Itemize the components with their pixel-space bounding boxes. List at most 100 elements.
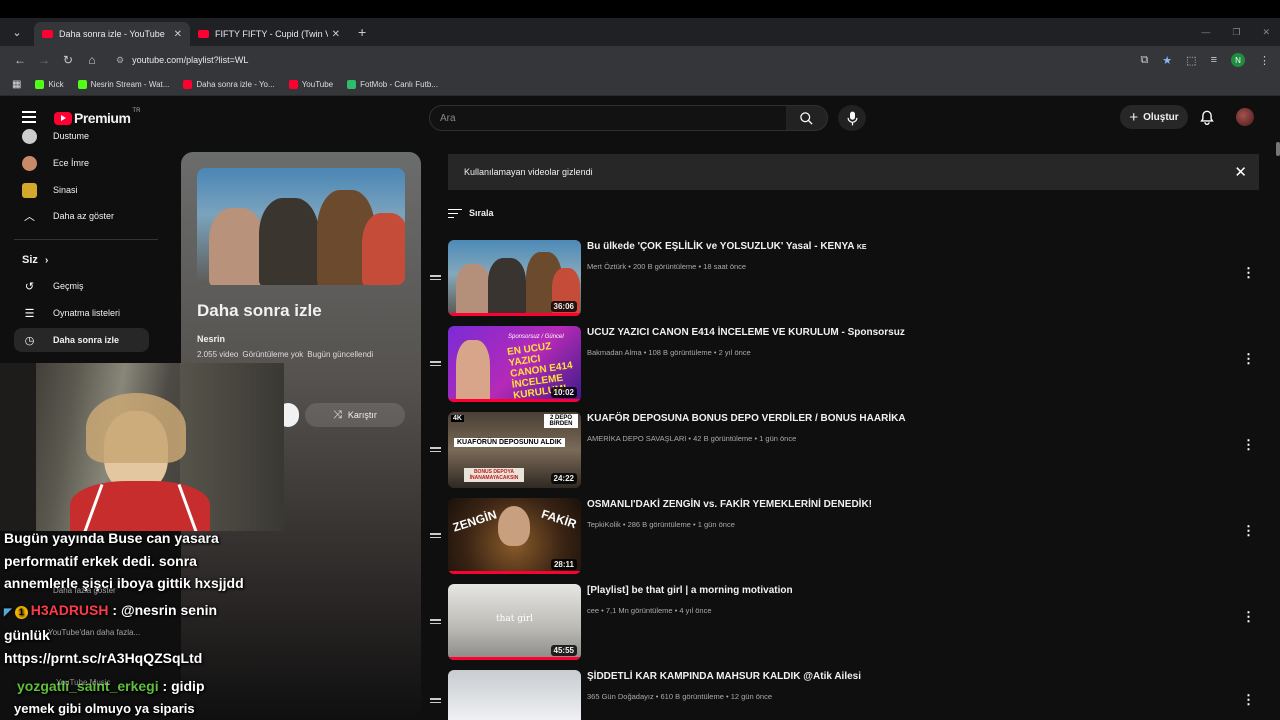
- bookmark-kick[interactable]: Kick: [35, 80, 64, 89]
- youtube-logo-icon: [54, 111, 72, 125]
- more-actions-icon[interactable]: ⋮: [1242, 352, 1255, 365]
- video-thumbnail[interactable]: ZENGİN FAKİR 28:11: [448, 498, 581, 574]
- extensions-icon[interactable]: ⬚: [1186, 54, 1196, 67]
- home-icon[interactable]: ⌂: [80, 53, 104, 67]
- apps-grid-icon[interactable]: ▦: [12, 79, 21, 90]
- sidebar-item-sinasi[interactable]: Sinasi: [14, 178, 149, 202]
- video-channel[interactable]: AMERİKA DEPO SAVAŞLARI: [587, 434, 686, 443]
- drag-handle-icon[interactable]: [430, 273, 441, 282]
- bookmark-youtube[interactable]: YouTube: [288, 80, 333, 89]
- bookmark-fotmob[interactable]: FotMob - Canlı Futb...: [347, 80, 438, 89]
- playlist-video-row[interactable]: Sponsorsuz / Güncel EN UCUZ YAZICI CANON…: [430, 326, 1280, 406]
- bookmark-star-icon[interactable]: ★: [1162, 54, 1172, 67]
- watch-later-icon: ◷: [24, 334, 35, 347]
- more-actions-icon[interactable]: ⋮: [1242, 693, 1255, 706]
- tab-fifty-fifty[interactable]: FIFTY FIFTY - Cupid (Twin Versi ✕: [190, 22, 348, 46]
- video-thumbnail[interactable]: that girl 45:55: [448, 584, 581, 660]
- video-title[interactable]: OSMANLI'DAKİ ZENGİN vs. FAKİR YEMEKLERİN…: [587, 499, 872, 510]
- new-tab-icon[interactable]: +: [358, 24, 366, 40]
- playlist-owner[interactable]: Nesrin: [197, 334, 225, 344]
- video-thumbnail[interactable]: [448, 670, 581, 720]
- sidebar-item-ece-imre[interactable]: Ece İmre: [14, 151, 149, 175]
- create-button[interactable]: + Oluştur: [1120, 105, 1188, 129]
- show-less-button[interactable]: ︿ Daha az göster: [14, 204, 149, 228]
- video-thumbnail[interactable]: 4K 2 DEPO BİRDEN KUAFÖRÜN DEPOSUNU ALDIK…: [448, 412, 581, 488]
- drag-handle-icon[interactable]: [430, 696, 441, 705]
- video-channel[interactable]: cee: [587, 606, 599, 615]
- playlist-video-row[interactable]: ZENGİN FAKİR 28:11 OSMANLI'DAKİ ZENGİN v…: [430, 498, 1280, 578]
- browser-menu-icon[interactable]: ⋮: [1259, 54, 1270, 67]
- more-actions-icon[interactable]: ⋮: [1242, 524, 1255, 537]
- drag-handle-icon[interactable]: [430, 531, 441, 540]
- drag-handle-icon[interactable]: [430, 617, 441, 626]
- youtube-music-label[interactable]: YouTube Music: [56, 678, 111, 687]
- video-channel[interactable]: 365 Gün Doğadayız: [587, 692, 654, 701]
- playlist-video-row[interactable]: ŞİDDETLİ KAR KAMPINDA MAHSUR KALDIK @Ati…: [430, 670, 1280, 720]
- bookmark-label: FotMob - Canlı Futb...: [360, 80, 438, 89]
- dismiss-notice-icon[interactable]: ✕: [1234, 163, 1247, 181]
- forward-icon[interactable]: →: [32, 53, 56, 67]
- shuffle-button[interactable]: ⤨ Karıştır: [305, 403, 405, 427]
- more-actions-icon[interactable]: ⋮: [1242, 610, 1255, 623]
- video-channel[interactable]: Mert Öztürk: [587, 262, 626, 271]
- search-input[interactable]: Ara: [429, 105, 787, 131]
- sidebar-item-label: Dustume: [53, 131, 90, 141]
- sidebar-item-label: Geçmiş: [53, 281, 84, 291]
- scrollbar-thumb[interactable]: [1276, 142, 1280, 156]
- thumb-text: KUAFÖRÜN DEPOSUNU ALDIK: [454, 438, 565, 447]
- video-title[interactable]: UCUZ YAZICI CANON E414 İNCELEME VE KURUL…: [587, 327, 905, 338]
- tab-watch-later[interactable]: Daha sonra izle - YouTube ✕: [34, 22, 190, 46]
- notifications-button[interactable]: [1198, 108, 1216, 126]
- address-bar[interactable]: ⚙ youtube.com/playlist?list=WL: [108, 50, 1118, 70]
- tab-close-icon[interactable]: ✕: [174, 29, 182, 40]
- drag-handle-icon[interactable]: [430, 445, 441, 454]
- watch-progress-bar: [448, 657, 581, 660]
- drag-handle-icon[interactable]: [430, 359, 441, 368]
- sidebar-item-history[interactable]: ↺ Geçmiş: [14, 274, 149, 298]
- tab-search-icon[interactable]: ⌄: [6, 21, 28, 43]
- video-age: 12 gün önce: [730, 692, 772, 701]
- webcam-overlay: [0, 363, 284, 531]
- search-button[interactable]: [786, 105, 828, 131]
- more-actions-icon[interactable]: ⋮: [1242, 266, 1255, 279]
- site-info-icon[interactable]: ⚙: [116, 55, 124, 66]
- video-thumbnail[interactable]: 36:06: [448, 240, 581, 316]
- video-channel[interactable]: Bakmadan Alma: [587, 348, 642, 357]
- page-scrollbar[interactable]: [1276, 138, 1280, 720]
- video-title[interactable]: KUAFÖR DEPOSUNA BONUS DEPO VERDİLER / BO…: [587, 413, 906, 424]
- show-more-label[interactable]: Daha fazla göster: [53, 586, 116, 595]
- sidebar-item-dustume[interactable]: Dustume: [14, 124, 149, 148]
- menu-icon[interactable]: [22, 111, 36, 123]
- playlist-video-row[interactable]: 36:06 Bu ülkede 'ÇOK EŞLİLİK ve YOLSUZLU…: [430, 240, 1280, 320]
- account-avatar[interactable]: [1236, 108, 1254, 126]
- sidebar-item-playlists[interactable]: ☰ Oynatma listeleri: [14, 301, 149, 325]
- video-duration: 28:11: [550, 559, 577, 570]
- playlist-video-row[interactable]: 4K 2 DEPO BİRDEN KUAFÖRÜN DEPOSUNU ALDIK…: [430, 412, 1280, 492]
- minimize-icon[interactable]: —: [1201, 27, 1210, 37]
- sidebar-item-watch-later[interactable]: ◷ Daha sonra izle: [14, 328, 149, 352]
- bookmark-label: Kick: [48, 80, 64, 89]
- video-title[interactable]: Bu ülkede 'ÇOK EŞLİLİK ve YOLSUZLUK' Yas…: [587, 241, 867, 252]
- reload-icon[interactable]: ↻: [56, 53, 80, 67]
- maximize-icon[interactable]: ❐: [1232, 27, 1240, 38]
- logo-region: TR: [132, 108, 141, 114]
- close-window-icon[interactable]: ✕: [1262, 27, 1270, 38]
- bookmark-nesrin-stream[interactable]: Nesrin Stream - Wat...: [77, 80, 169, 89]
- sidebar-you-heading[interactable]: Siz ›: [22, 254, 48, 266]
- video-channel[interactable]: TepkiKolik: [587, 520, 621, 529]
- back-icon[interactable]: ←: [8, 53, 32, 67]
- sort-button[interactable]: Sırala: [448, 206, 494, 221]
- playlist-thumbnail[interactable]: [197, 168, 405, 285]
- voice-search-button[interactable]: [838, 105, 866, 131]
- create-label: Oluştur: [1143, 111, 1179, 123]
- tab-close-icon[interactable]: ✕: [332, 29, 340, 40]
- more-actions-icon[interactable]: ⋮: [1242, 438, 1255, 451]
- bookmark-watch-later[interactable]: Daha sonra izle - Yo...: [183, 80, 275, 89]
- media-controls-icon[interactable]: ≡: [1211, 54, 1217, 66]
- profile-avatar[interactable]: N: [1231, 53, 1245, 67]
- video-title[interactable]: ŞİDDETLİ KAR KAMPINDA MAHSUR KALDIK @Ati…: [587, 671, 861, 682]
- video-title[interactable]: [Playlist] be that girl | a morning moti…: [587, 585, 793, 596]
- video-thumbnail[interactable]: Sponsorsuz / Güncel EN UCUZ YAZICI CANON…: [448, 326, 581, 402]
- install-app-icon[interactable]: ⧉: [1140, 54, 1148, 67]
- playlist-video-row[interactable]: that girl 45:55 [Playlist] be that girl …: [430, 584, 1280, 664]
